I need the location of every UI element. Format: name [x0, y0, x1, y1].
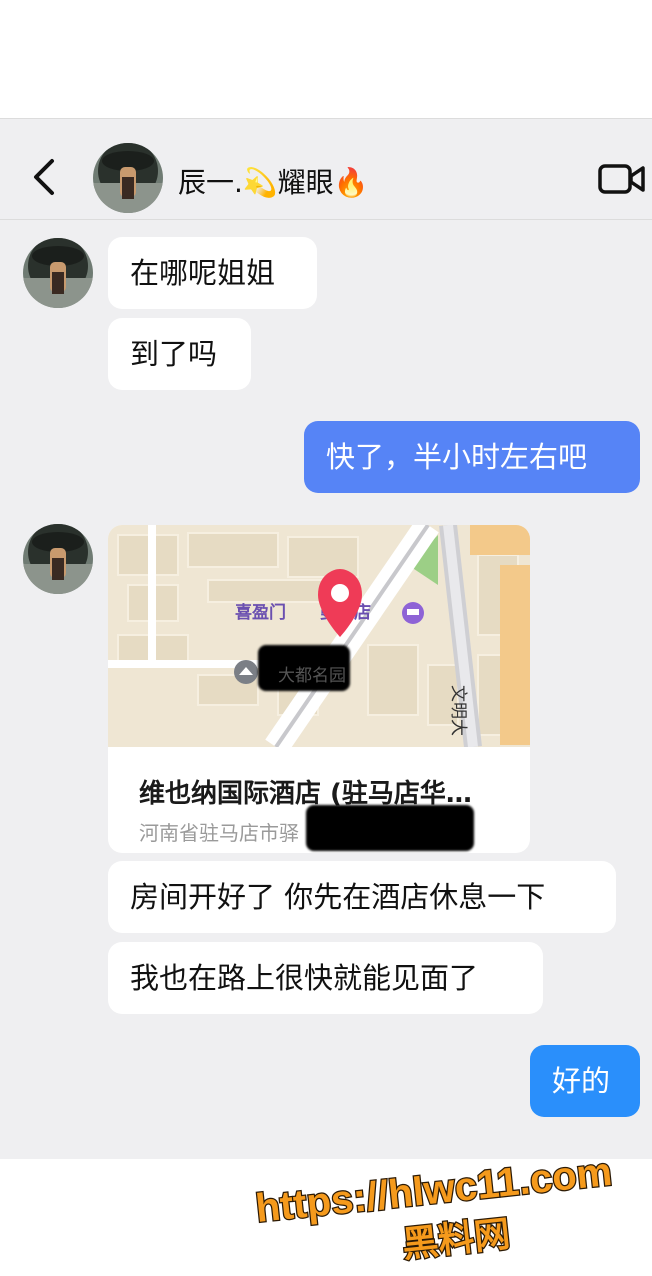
location-card[interactable]: 喜盈门 曼酒店 文明大 大都名园 维也纳国际酒店 (驻马店华… 河南省驻马店市驿… — [108, 525, 530, 853]
chat-screen: 辰一.💫耀眼🔥 在哪呢姐姐 到了吗 快了，半小时左右吧 喜盈门 曼酒店 文明大 … — [0, 118, 652, 1159]
watermark: https://hlwc11.com 黑料网 — [252, 1149, 615, 1268]
message-bubble-sent[interactable]: 好的 — [530, 1045, 640, 1117]
video-camera-icon[interactable] — [598, 163, 646, 195]
contact-name: 辰一.💫耀眼🔥 — [178, 166, 369, 199]
watermark-name: 黑料网 — [400, 1214, 512, 1266]
message-bubble-received[interactable]: 房间开好了 你先在酒店休息一下 — [108, 861, 616, 933]
chat-header: 辰一.💫耀眼🔥 — [0, 119, 652, 220]
message-text: 到了吗 — [130, 337, 218, 371]
message-text: 我也在路上很快就能见面了 — [130, 961, 479, 995]
redaction-mark — [306, 805, 474, 851]
map-label-community: 大都名园 — [278, 666, 346, 686]
contact-avatar[interactable] — [93, 143, 163, 213]
watermark-url: https://hlwc11.com — [254, 1150, 614, 1231]
message-bubble-sent[interactable]: 快了，半小时左右吧 — [304, 421, 640, 493]
message-text: 快了，半小时左右吧 — [326, 440, 588, 474]
message-bubble-received[interactable]: 在哪呢姐姐 — [108, 237, 317, 309]
message-bubble-received[interactable]: 我也在路上很快就能见面了 — [108, 942, 543, 1014]
message-text: 房间开好了 你先在酒店休息一下 — [130, 880, 546, 914]
chevron-left-icon[interactable] — [28, 157, 64, 197]
message-bubble-received[interactable]: 到了吗 — [108, 318, 251, 390]
avatar[interactable] — [23, 524, 93, 594]
avatar[interactable] — [23, 238, 93, 308]
map-label-road: 文明大 — [449, 685, 468, 736]
map-preview[interactable]: 喜盈门 曼酒店 文明大 — [108, 525, 530, 747]
message-text: 在哪呢姐姐 — [130, 256, 276, 290]
message-text: 好的 — [552, 1064, 611, 1098]
